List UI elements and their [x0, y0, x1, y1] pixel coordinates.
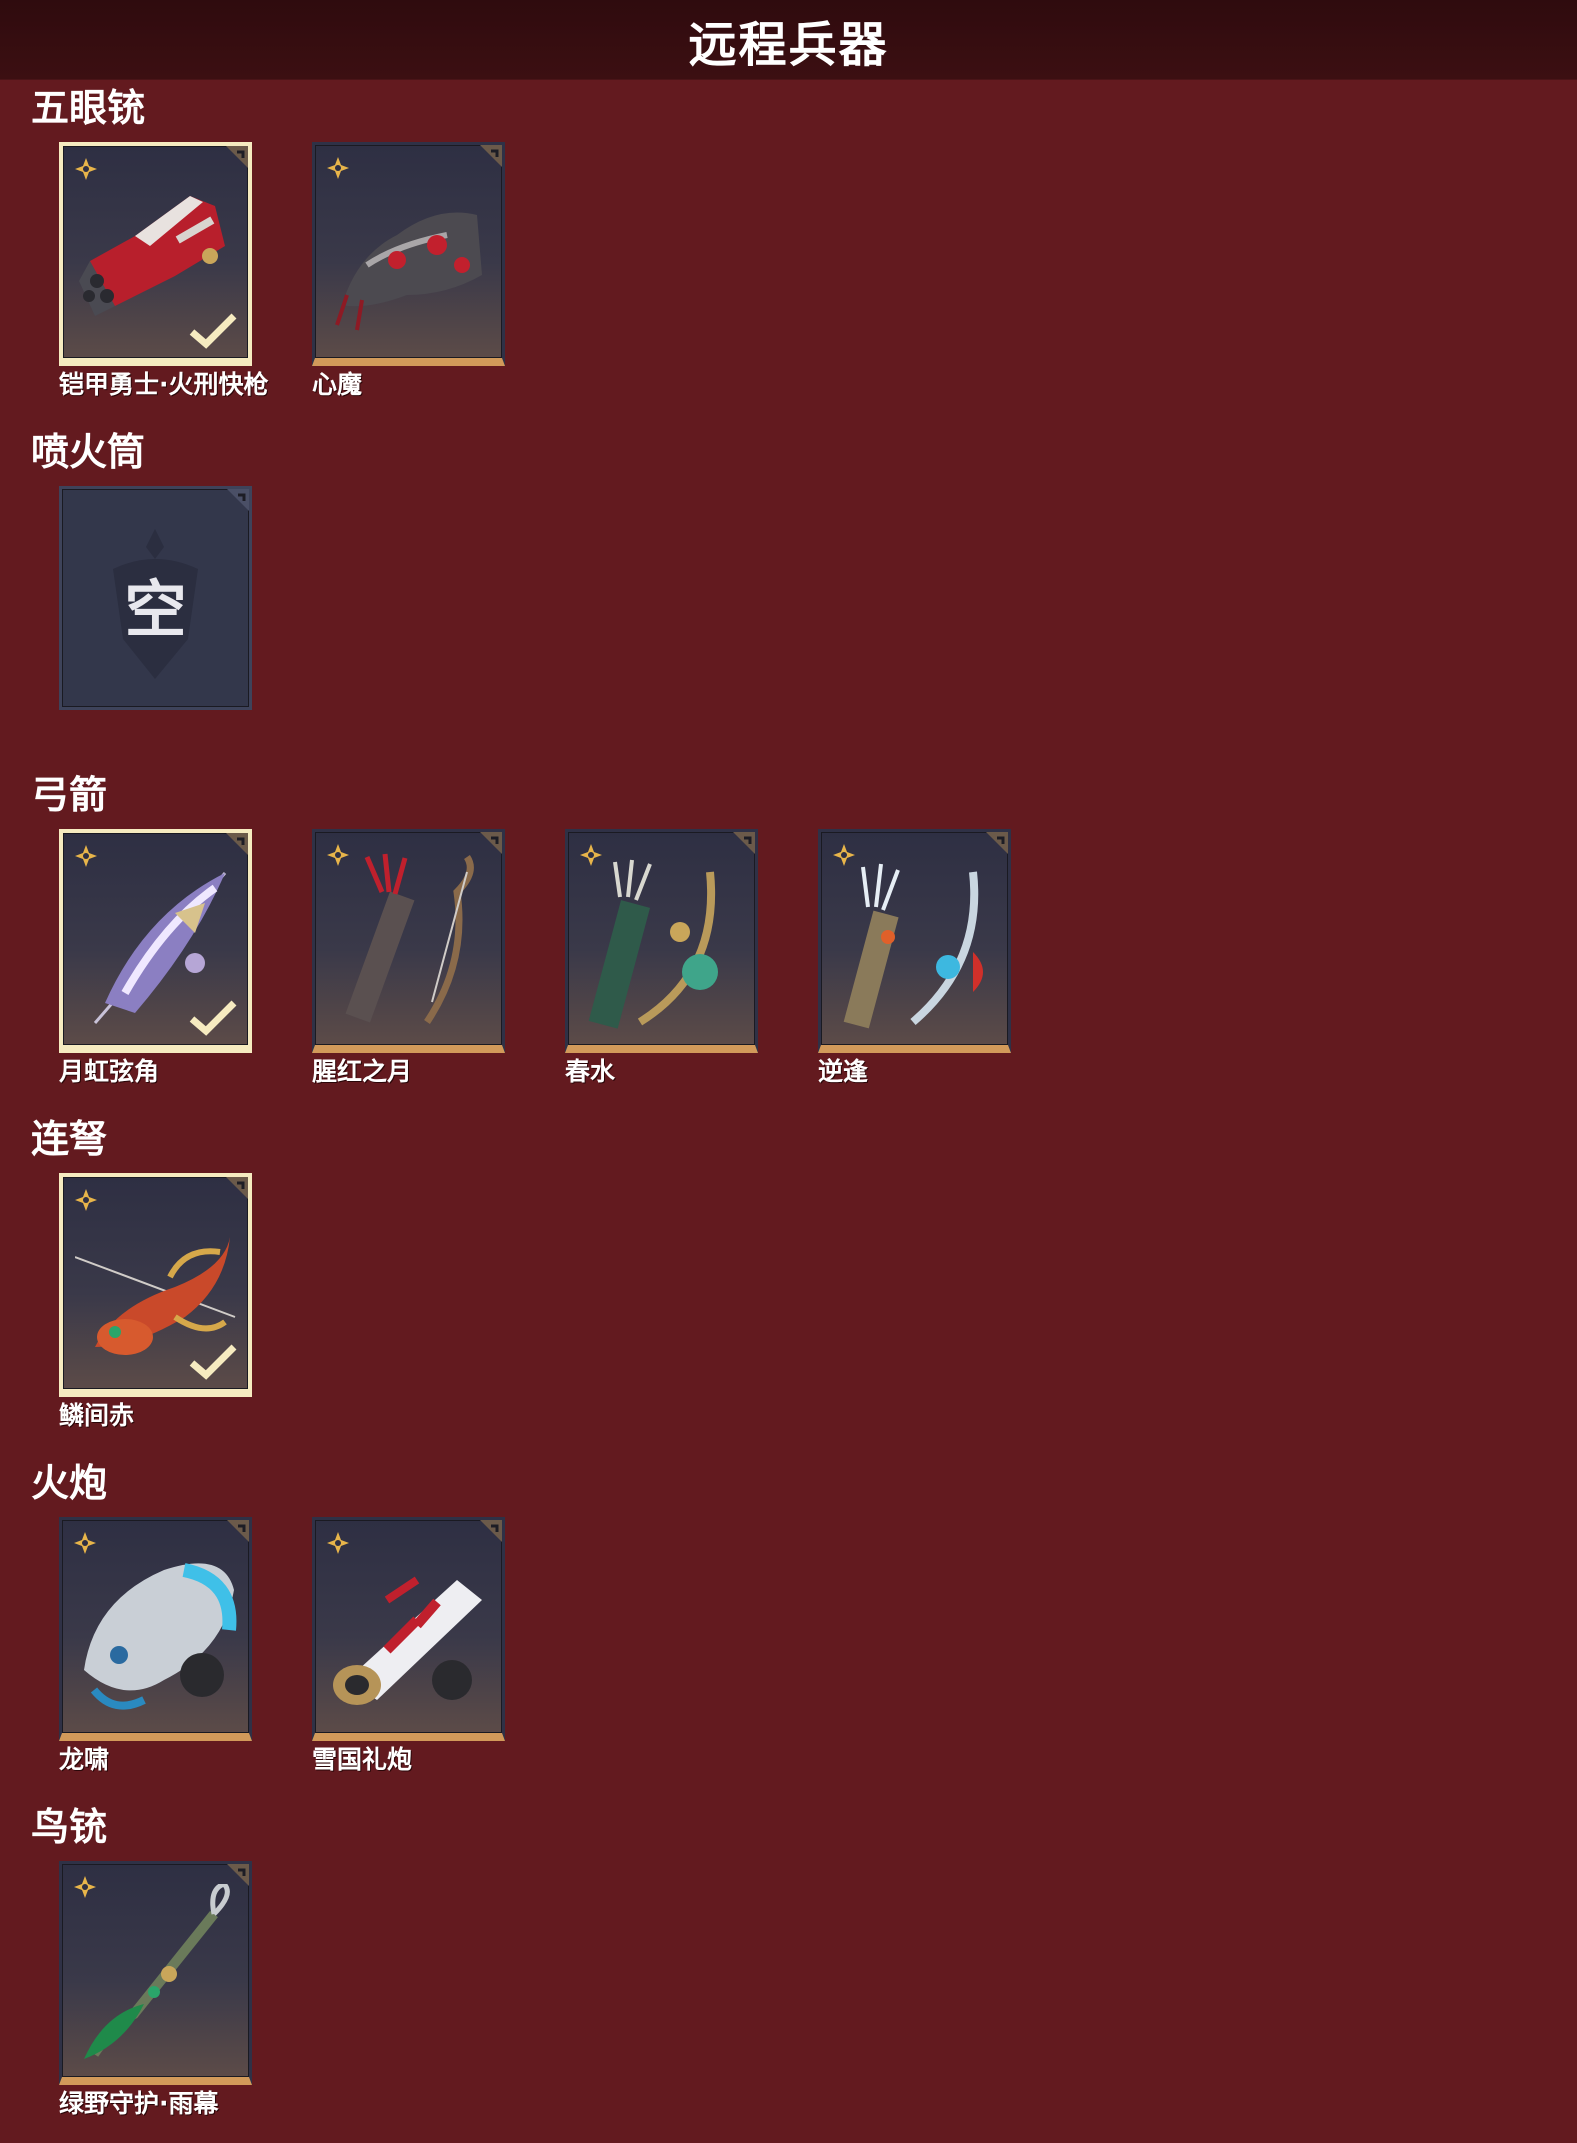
equipped-check-icon [189, 313, 237, 349]
empty-label: 空 [124, 573, 187, 646]
corner-mark-icon [480, 832, 502, 854]
corner-mark-icon [733, 832, 755, 854]
section-title: 五眼铳 [31, 86, 146, 130]
corner-mark-icon [480, 1520, 502, 1542]
weapon-name: 龙啸 [59, 1745, 110, 1774]
weapon-tile[interactable] [59, 1861, 252, 2085]
weapon-name: 雪国礼炮 [312, 1745, 413, 1774]
weapon-tile[interactable] [59, 142, 252, 366]
weapon-name: 春水 [565, 1057, 616, 1086]
star-icon [327, 157, 349, 179]
corner-mark-icon [986, 832, 1008, 854]
weapon-tile[interactable] [312, 829, 505, 1053]
page-title: 远程兵器 [688, 16, 889, 73]
page-header: 远程兵器 [0, 0, 1577, 80]
weapon-card-empty[interactable]: 空 [59, 486, 252, 710]
star-icon [74, 1876, 96, 1898]
section-penhuotong: 喷火筒 空 [31, 430, 252, 710]
star-icon [74, 1532, 96, 1554]
weapon-tile[interactable] [565, 829, 758, 1053]
weapon-card[interactable]: 龙啸 [59, 1517, 252, 1775]
weapon-name: 腥红之月 [312, 1057, 413, 1086]
star-icon [327, 1532, 349, 1554]
corner-mark-icon [226, 146, 248, 168]
star-icon [833, 844, 855, 866]
section-huopao: 火炮 龙啸 雪国礼炮 [31, 1461, 505, 1774]
section-title: 喷火筒 [31, 430, 146, 474]
equipped-check-icon [189, 1344, 237, 1380]
section-niaochong: 鸟铳 绿野守护·雨幕 [31, 1805, 252, 2118]
section-wuyanchong: 五眼铳 铠甲勇士·火刑快枪 心魔 [31, 86, 505, 399]
section-title: 弓箭 [31, 773, 108, 817]
weapon-card[interactable]: 腥红之月 [312, 829, 505, 1087]
star-icon [75, 1189, 97, 1211]
weapon-tile[interactable] [818, 829, 1011, 1053]
section-title: 火炮 [31, 1461, 108, 1505]
star-icon [75, 845, 97, 867]
weapon-card[interactable]: 逆逢 [818, 829, 1011, 1087]
jade-bow-art [588, 859, 718, 1029]
corner-mark-icon [227, 1520, 249, 1542]
weapon-card[interactable]: 铠甲勇士·火刑快枪 [59, 142, 269, 400]
equipped-check-icon [189, 1000, 237, 1036]
demon-gun-art [335, 212, 482, 331]
weapon-name: 铠甲勇士·火刑快枪 [59, 370, 269, 399]
weapon-tile[interactable] [59, 1517, 252, 1741]
weapon-tile[interactable] [312, 1517, 505, 1741]
corner-mark-icon [480, 145, 502, 167]
ice-bow-art [843, 863, 983, 1029]
weapon-name: 鳞间赤 [59, 1401, 135, 1430]
green-musket-art [84, 1884, 230, 2059]
crimson-bow-art [345, 853, 474, 1024]
star-icon [75, 158, 97, 180]
weapon-tile[interactable] [59, 829, 252, 1053]
corner-mark-icon [227, 1864, 249, 1886]
weapon-card[interactable]: 绿野守护·雨幕 [59, 1861, 252, 2119]
section-gongjian: 弓箭 月虹弦角 腥红之月 春水 逆逢 [31, 773, 1011, 1086]
weapon-card[interactable]: 心魔 [312, 142, 505, 400]
weapon-name: 心魔 [312, 370, 363, 399]
section-title: 鸟铳 [31, 1805, 108, 1849]
weapon-card[interactable]: 月虹弦角 [59, 829, 252, 1087]
corner-mark-icon [226, 833, 248, 855]
weapon-tile[interactable] [59, 1173, 252, 1397]
snow-cannon-art [333, 1576, 482, 1705]
weapon-tile[interactable] [312, 142, 505, 366]
corner-mark-icon [226, 1177, 248, 1199]
star-icon [327, 844, 349, 866]
weapon-card[interactable]: 雪国礼炮 [312, 1517, 505, 1775]
empty-slot-tile[interactable]: 空 [59, 486, 252, 710]
star-icon [580, 844, 602, 866]
weapon-name: 逆逢 [818, 1057, 869, 1086]
weapon-name: 绿野守护·雨幕 [59, 2089, 219, 2118]
section-liannu: 连弩 鳞间赤 [31, 1117, 252, 1430]
corner-mark-icon [227, 489, 249, 511]
weapon-name: 月虹弦角 [59, 1057, 160, 1086]
weapon-card[interactable]: 鳞间赤 [59, 1173, 252, 1431]
weapon-card[interactable]: 春水 [565, 829, 758, 1087]
section-title: 连弩 [31, 1117, 108, 1161]
dragon-cannon-art [84, 1563, 237, 1710]
